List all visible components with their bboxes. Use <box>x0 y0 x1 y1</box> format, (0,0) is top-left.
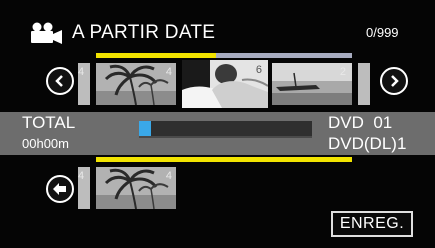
palm-tree-thumbnail-icon <box>96 167 176 209</box>
page-title: A PARTIR DATE <box>72 22 216 43</box>
timeline-progress-fill <box>96 53 217 58</box>
disc-type: DVD(DL)1 <box>328 134 407 153</box>
thumbnail-item[interactable]: 2 <box>272 63 352 105</box>
thumbnail-partial-right <box>358 63 370 105</box>
thumbnail-item[interactable]: 4 <box>96 63 176 105</box>
next-button[interactable] <box>380 67 408 95</box>
disc-capacity-track <box>139 121 312 138</box>
thumbnail-item-selected[interactable]: 6 <box>182 60 268 108</box>
selection-bar <box>96 157 352 162</box>
thumbnail-number: 2 <box>339 66 346 78</box>
selected-partial-left-number: 4 <box>78 170 85 182</box>
chevron-right-icon <box>391 75 399 87</box>
disc-count: DVD 01 <box>328 113 393 132</box>
register-button[interactable]: ENREG. <box>331 211 413 237</box>
video-camera-icon <box>31 22 62 44</box>
total-time: 00h00m <box>22 136 69 151</box>
thumbnail-partial-left-number: 4 <box>78 66 85 78</box>
thumbnail-number: 4 <box>165 66 172 78</box>
selected-thumbnail-item[interactable]: 4 <box>96 167 176 209</box>
scene-counter: 0/999 <box>366 25 399 40</box>
arrow-left-icon <box>53 183 66 195</box>
disc-capacity-fill <box>139 121 152 136</box>
thumbnail-number: 6 <box>255 64 262 76</box>
previous-button[interactable] <box>46 67 74 95</box>
palm-tree-thumbnail-icon <box>96 63 176 105</box>
thumbnail-number: 4 <box>165 170 172 182</box>
back-button[interactable] <box>46 175 74 203</box>
total-label: TOTAL <box>22 113 76 132</box>
chevron-left-icon <box>55 75 63 87</box>
